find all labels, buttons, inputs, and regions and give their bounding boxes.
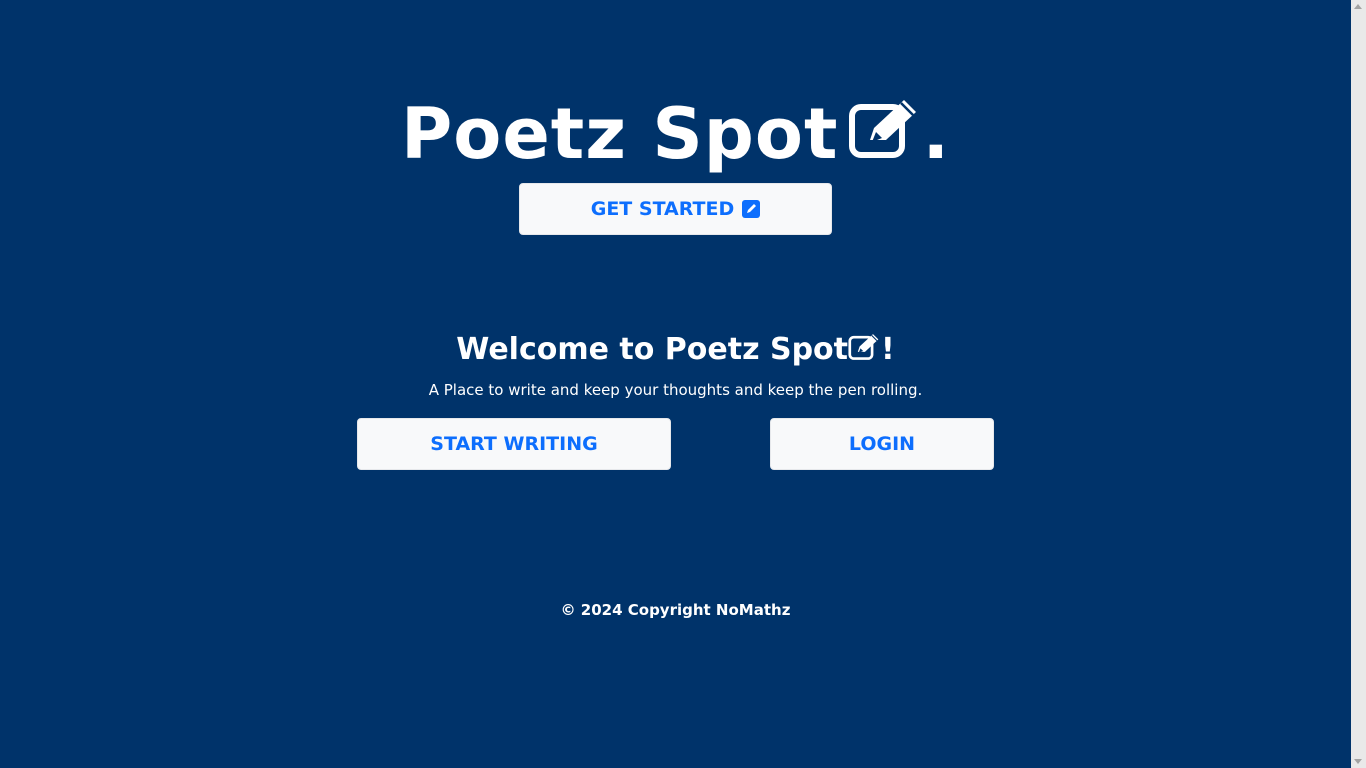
login-button[interactable]: LOGIN [770, 418, 994, 470]
scroll-up-icon[interactable] [1354, 4, 1362, 9]
start-writing-label: START WRITING [430, 433, 598, 455]
landing-page: Poetz Spot . GET STARTED Welcome to Poet… [0, 0, 1351, 768]
start-writing-button[interactable]: START WRITING [357, 418, 671, 470]
welcome-text: Welcome to Poetz Spot [456, 332, 849, 367]
login-label: LOGIN [848, 433, 916, 455]
pen-to-square-icon [848, 330, 881, 360]
pen-to-square-icon [848, 94, 922, 158]
hero-title: Poetz Spot . [0, 92, 1351, 176]
welcome-heading: Welcome to Poetz Spot ! [0, 328, 1351, 372]
welcome-suffix: ! [881, 332, 895, 367]
vertical-scrollbar[interactable] [1351, 0, 1366, 768]
get-started-button[interactable]: GET STARTED [519, 183, 832, 235]
hero-title-text: Poetz Spot [400, 93, 839, 175]
footer-copyright: © 2024 Copyright NoMathz [560, 601, 791, 619]
pen-square-icon [742, 200, 761, 218]
get-started-label: GET STARTED [590, 198, 735, 220]
hero-title-suffix: . [922, 93, 951, 175]
scroll-down-icon[interactable] [1354, 759, 1362, 764]
tagline: A Place to write and keep your thoughts … [428, 381, 923, 399]
